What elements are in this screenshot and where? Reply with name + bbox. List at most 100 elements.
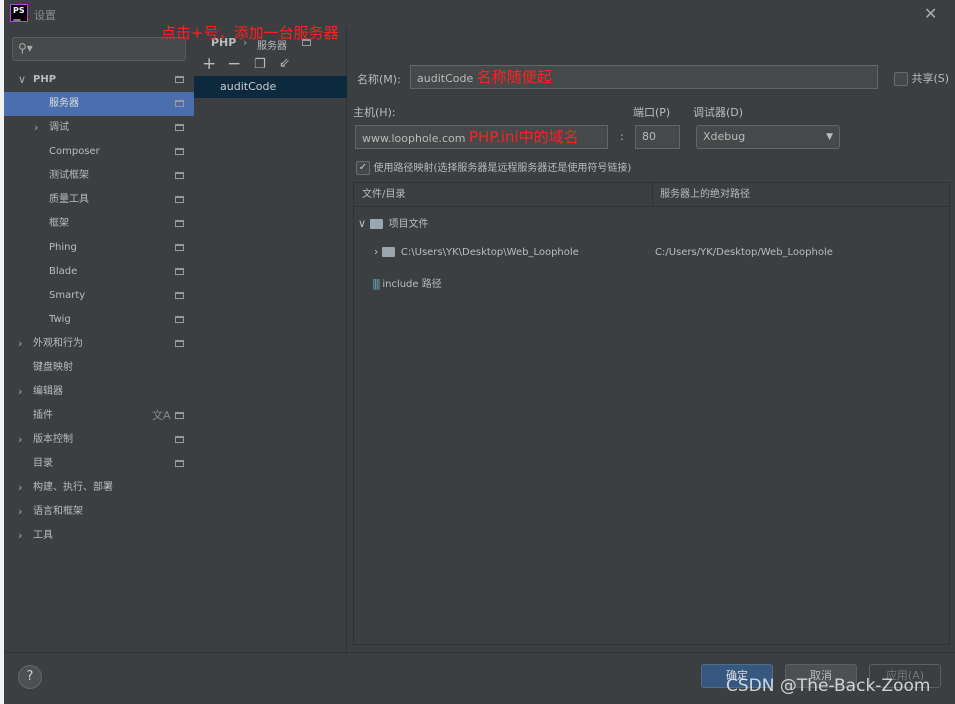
add-server-icon[interactable]: + xyxy=(202,54,216,74)
sidebar-item-label: 构建、执行、部署 xyxy=(33,482,113,493)
debugger-label: 调试器(D) xyxy=(693,106,744,119)
port-label: 端口(P) xyxy=(633,106,671,119)
sidebar-item-label: Composer xyxy=(49,146,100,157)
sidebar-item[interactable]: ∨ PHP xyxy=(4,68,194,92)
sidebar-item-label: Blade xyxy=(49,266,78,277)
sidebar-item[interactable]: 框架 xyxy=(4,212,194,236)
port-input[interactable]: 80 xyxy=(635,125,680,149)
sidebar-item[interactable]: 服务器 xyxy=(4,92,194,116)
folder-icon xyxy=(369,219,383,229)
sidebar-item[interactable]: 质量工具 xyxy=(4,188,194,212)
sidebar-item-label: Twig xyxy=(49,314,71,325)
sidebar-item-label: Smarty xyxy=(49,290,86,301)
column-header-remote: 服务器上的绝对路径 xyxy=(660,189,750,200)
sidebar-item-label: 键盘映射 xyxy=(33,362,73,373)
host-value: www.loophole.com xyxy=(362,132,466,145)
project-scope-icon xyxy=(175,196,184,203)
sidebar-item[interactable]: › 调试 xyxy=(4,116,194,140)
sidebar-item-label: 质量工具 xyxy=(49,194,89,205)
project-files-label: 项目文件 xyxy=(388,219,429,230)
sidebar-item[interactable]: › 语言和框架 xyxy=(4,500,194,524)
sidebar-item[interactable]: › 外观和行为 xyxy=(4,332,194,356)
sidebar-item-label: Phing xyxy=(49,242,77,253)
local-path: C:\Users\YK\Desktop\Web_Loophole xyxy=(400,247,579,258)
chevron-right-icon[interactable]: › xyxy=(34,116,38,140)
phpstorm-logo: PS — xyxy=(10,4,28,24)
sidebar-item[interactable]: Composer xyxy=(4,140,194,164)
chevron-right-icon[interactable]: › xyxy=(18,500,22,524)
sidebar-item-label: 版本控制 xyxy=(33,434,73,445)
copy-server-icon[interactable]: ❐ xyxy=(254,57,266,72)
sidebar-item[interactable]: Smarty xyxy=(4,284,194,308)
host-input[interactable]: www.loophole.com PHP.ini中的域名 xyxy=(355,125,608,149)
server-list-item[interactable]: auditCode xyxy=(194,76,347,98)
title-bar xyxy=(4,0,955,28)
project-scope-icon xyxy=(175,292,184,299)
project-scope-icon xyxy=(175,244,184,251)
sidebar-item[interactable]: › 工具 xyxy=(4,524,194,548)
annotation-name: 名称随便起 xyxy=(476,68,552,86)
annotation-host: PHP.ini中的域名 xyxy=(469,128,579,146)
share-checkbox[interactable]: 共享(S) xyxy=(894,70,949,86)
server-list-panel xyxy=(194,28,347,652)
column-header-local: 文件/目录 xyxy=(362,189,406,200)
sidebar-item[interactable]: Blade xyxy=(4,260,194,284)
window-title: 设置 xyxy=(34,9,56,22)
project-scope-icon xyxy=(175,148,184,155)
project-scope-icon xyxy=(175,100,184,107)
sidebar-item-label: 插件 xyxy=(33,410,53,421)
include-path-row[interactable]: |||| include 路径 xyxy=(372,275,442,290)
table-row[interactable]: › C:\Users\YK\Desktop\Web_Loophole C:/Use… xyxy=(374,245,944,258)
sidebar-item[interactable]: › 构建、执行、部署 xyxy=(4,476,194,500)
chevron-right-icon[interactable]: › xyxy=(18,524,22,548)
close-icon[interactable]: ✕ xyxy=(924,4,937,23)
path-mapping-table: 文件/目录 服务器上的绝对路径 ∨ 项目文件 › C:\Users\YK\Des… xyxy=(353,182,950,645)
annotation-add-server: 点击+号，添加一台服务器 xyxy=(161,24,339,42)
help-button[interactable]: ? xyxy=(18,665,42,689)
name-input[interactable]: auditCode 名称随便起 xyxy=(410,65,878,89)
sidebar-item-label: 调试 xyxy=(49,122,69,133)
path-mapping-checkbox[interactable]: ✓ 使用路径映射(选择服务器是远程服务器还是使用符号链接) xyxy=(356,159,631,175)
import-icon[interactable]: ⇙ xyxy=(279,56,290,71)
sidebar-item-label: 外观和行为 xyxy=(33,338,83,349)
chevron-right-icon[interactable]: › xyxy=(18,428,22,452)
chevron-right-icon[interactable]: › xyxy=(18,380,22,404)
settings-search-input[interactable]: ⚲▾ xyxy=(12,37,186,61)
project-scope-icon xyxy=(175,436,184,443)
port-colon: : xyxy=(620,130,624,143)
project-scope-icon xyxy=(175,340,184,347)
library-icon: |||| xyxy=(372,277,381,290)
sidebar-item-label: 目录 xyxy=(33,458,53,469)
project-scope-icon xyxy=(175,460,184,467)
sidebar-item[interactable]: 测试框架 xyxy=(4,164,194,188)
sidebar-item[interactable]: 插件 文A xyxy=(4,404,194,428)
project-scope-icon xyxy=(175,220,184,227)
sidebar-item[interactable]: Twig xyxy=(4,308,194,332)
chevron-right-icon[interactable]: › xyxy=(18,332,22,356)
sidebar-item-label: 编辑器 xyxy=(33,386,63,397)
chevron-down-icon: ∨ xyxy=(358,217,370,230)
project-scope-icon xyxy=(175,124,184,131)
chevron-right-icon: › xyxy=(374,245,382,258)
remove-server-icon[interactable]: − xyxy=(227,54,241,74)
share-label: 共享(S) xyxy=(911,72,950,85)
include-label: include 路径 xyxy=(382,279,442,290)
sidebar-item[interactable]: › 版本控制 xyxy=(4,428,194,452)
project-scope-icon xyxy=(175,412,184,419)
folder-icon xyxy=(381,247,395,257)
debugger-select[interactable]: Xdebug ▼ xyxy=(696,125,840,149)
sidebar-item[interactable]: 键盘映射 xyxy=(4,356,194,380)
project-scope-icon xyxy=(175,172,184,179)
sidebar-item[interactable]: Phing xyxy=(4,236,194,260)
sidebar-item[interactable]: 目录 xyxy=(4,452,194,476)
sidebar-item-label: PHP xyxy=(33,74,57,85)
chevron-down-icon[interactable]: ∨ xyxy=(18,68,26,92)
project-files-row[interactable]: ∨ 项目文件 xyxy=(358,215,429,230)
sidebar-item[interactable]: › 编辑器 xyxy=(4,380,194,404)
path-mapping-label: 使用路径映射(选择服务器是远程服务器还是使用符号链接) xyxy=(373,163,632,174)
chevron-right-icon[interactable]: › xyxy=(18,476,22,500)
debugger-value: Xdebug xyxy=(703,130,746,143)
sidebar-item-label: 工具 xyxy=(33,530,53,541)
translate-icon: 文A xyxy=(152,409,171,422)
settings-tree: ∨ PHP 服务器 › 调试 Composer 测试框架 质量工具 框架 Phing Blade Sm… xyxy=(4,68,194,652)
